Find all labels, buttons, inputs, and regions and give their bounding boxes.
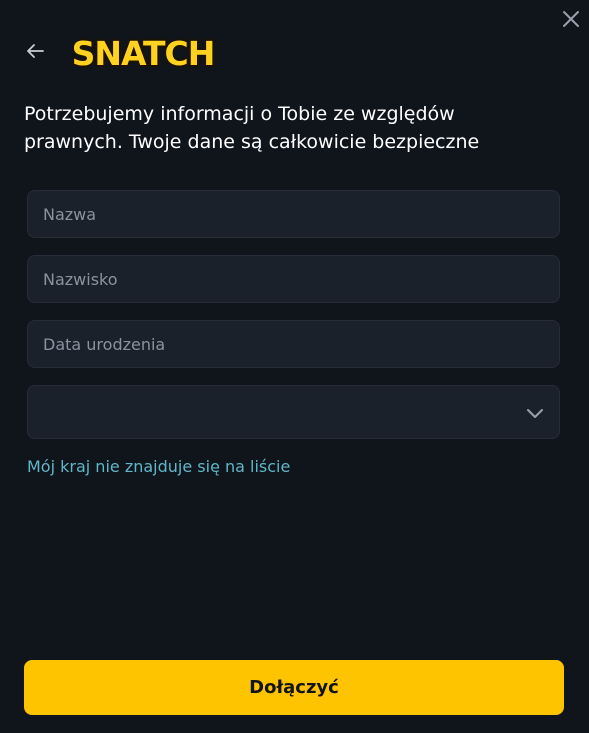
- logo-text: SNATCH: [72, 34, 215, 72]
- join-button[interactable]: Dołączyć: [24, 660, 564, 715]
- close-icon: [563, 11, 579, 27]
- last-name-field-container: [27, 255, 560, 303]
- close-button[interactable]: [560, 8, 582, 30]
- registration-modal: SNATCH Potrzebujemy informacji o Tobie z…: [0, 0, 589, 733]
- country-select[interactable]: [27, 385, 560, 439]
- country-not-listed-link[interactable]: Mój kraj nie znajduje się na liście: [27, 457, 290, 476]
- arrow-left-icon: [27, 44, 44, 58]
- last-name-input[interactable]: [28, 256, 559, 302]
- first-name-field-container: [27, 190, 560, 238]
- intro-text: Potrzebujemy informacji o Tobie ze wzglę…: [24, 103, 480, 153]
- first-name-input[interactable]: [28, 191, 559, 237]
- back-button[interactable]: [24, 40, 46, 62]
- birth-date-input[interactable]: [28, 321, 559, 367]
- brand-logo: SNATCH: [68, 34, 218, 72]
- birth-date-field-container: [27, 320, 560, 368]
- chevron-down-icon: [527, 409, 543, 418]
